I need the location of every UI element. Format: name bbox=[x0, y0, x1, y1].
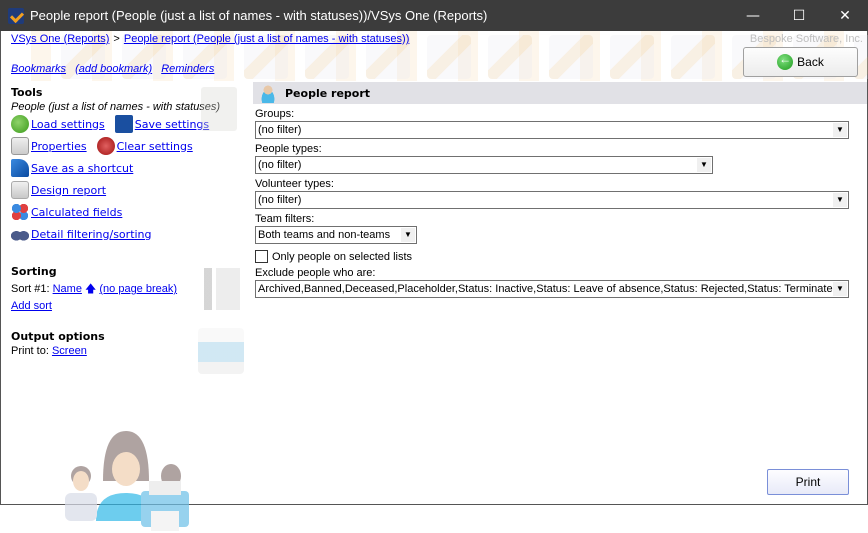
volunteer-types-label: Volunteer types: bbox=[255, 178, 334, 190]
banner-logo-watermark bbox=[488, 35, 532, 79]
back-button-label: Back bbox=[797, 55, 824, 69]
people-report-illustration bbox=[65, 431, 189, 531]
save-settings-link[interactable]: Save settings bbox=[135, 118, 209, 131]
banner: VSys One (Reports) > People report (People… bbox=[1, 31, 868, 81]
calculated-fields-icon bbox=[11, 203, 29, 221]
breadcrumb-current-link[interactable]: People report (People (just a list of na… bbox=[124, 33, 410, 45]
banner-logo-watermark bbox=[427, 35, 471, 79]
banner-logo-watermark bbox=[610, 35, 654, 79]
add-sort-link[interactable]: Add sort bbox=[11, 300, 52, 312]
volunteer-types-value: (no filter) bbox=[258, 194, 302, 206]
app-logo-icon bbox=[8, 7, 24, 24]
chevron-down-icon[interactable]: ▼ bbox=[401, 228, 415, 242]
printer-icon bbox=[198, 328, 244, 374]
chevron-down-icon[interactable]: ▼ bbox=[833, 193, 847, 207]
groups-value: (no filter) bbox=[258, 124, 302, 136]
people-report-icon bbox=[257, 83, 279, 103]
design-report-icon bbox=[11, 181, 29, 199]
print-to-screen-link[interactable]: Screen bbox=[52, 345, 87, 357]
sort1-page-break-link[interactable]: (no page break) bbox=[99, 283, 177, 295]
illus-printer-paper-top bbox=[149, 481, 181, 495]
properties-link[interactable]: Properties bbox=[31, 140, 87, 153]
load-settings-icon bbox=[11, 115, 29, 133]
illus-printer-paper-out bbox=[151, 511, 179, 531]
binoculars-icon bbox=[11, 225, 29, 243]
save-shortcut-link[interactable]: Save as a shortcut bbox=[31, 162, 133, 175]
calculated-fields-link[interactable]: Calculated fields bbox=[31, 206, 122, 219]
design-report-link[interactable]: Design report bbox=[31, 184, 106, 197]
only-selected-lists-checkbox[interactable] bbox=[255, 250, 268, 263]
bookmarks-bar: Bookmarks (add bookmark) Reminders bbox=[11, 63, 220, 75]
illus-man-body bbox=[65, 493, 97, 521]
print-button-label: Print bbox=[795, 475, 821, 489]
minimize-button[interactable]: — bbox=[730, 0, 776, 31]
breadcrumb: VSys One (Reports) > People report (People… bbox=[11, 33, 409, 45]
people-types-select[interactable]: (no filter) ▼ bbox=[255, 156, 713, 174]
detail-filtering-link[interactable]: Detail filtering/sorting bbox=[31, 228, 152, 241]
banner-logo-watermark bbox=[671, 35, 715, 79]
groups-select[interactable]: (no filter) ▼ bbox=[255, 121, 849, 139]
print-to-label: Print to: bbox=[11, 345, 49, 357]
team-filters-value: Both teams and non-teams bbox=[258, 229, 391, 241]
bookmarks-link[interactable]: Bookmarks bbox=[11, 63, 66, 75]
back-button[interactable]: Back bbox=[743, 47, 858, 77]
breadcrumb-home-link[interactable]: VSys One (Reports) bbox=[11, 33, 109, 45]
close-button[interactable]: ✕ bbox=[822, 0, 868, 31]
volunteer-types-select[interactable]: (no filter) ▼ bbox=[255, 191, 849, 209]
report-header: People report bbox=[253, 82, 867, 104]
exclude-select[interactable]: Archived,Banned,Deceased,Placeholder,Sta… bbox=[255, 280, 849, 298]
report-title: People report bbox=[285, 86, 371, 100]
title-bar: People report (People (just a list of na… bbox=[0, 0, 868, 31]
window-title: People report (People (just a list of na… bbox=[30, 8, 488, 23]
groups-label: Groups: bbox=[255, 108, 295, 120]
only-selected-lists-label: Only people on selected lists bbox=[272, 250, 413, 263]
people-types-value: (no filter) bbox=[258, 159, 302, 171]
sort-list-icon bbox=[204, 268, 240, 310]
reminders-link[interactable]: Reminders bbox=[161, 63, 214, 75]
report-panel: People report Groups: (no filter) ▼ Peop… bbox=[253, 82, 867, 298]
company-name: Bespoke Software, Inc. bbox=[749, 33, 863, 45]
sort1-field-link[interactable]: Name bbox=[53, 283, 82, 295]
breadcrumb-separator: > bbox=[113, 33, 120, 45]
properties-icon bbox=[11, 137, 29, 155]
add-bookmark-link[interactable]: (add bookmark) bbox=[75, 63, 152, 75]
exclude-label: Exclude people who are: bbox=[255, 267, 376, 279]
shortcut-arrow-icon bbox=[11, 159, 29, 177]
chevron-down-icon[interactable]: ▼ bbox=[833, 123, 847, 137]
sort-ascending-icon[interactable]: 🡅 bbox=[85, 283, 96, 295]
back-arrow-icon bbox=[777, 52, 794, 70]
sort1-label: Sort #1: bbox=[11, 283, 50, 295]
people-types-label: People types: bbox=[255, 143, 322, 155]
chevron-down-icon[interactable]: ▼ bbox=[833, 282, 847, 296]
banner-logo-watermark bbox=[549, 35, 593, 79]
window-content: VSys One (Reports) > People report (People… bbox=[0, 31, 868, 531]
print-button[interactable]: Print bbox=[767, 469, 849, 495]
illus-woman-face bbox=[112, 452, 140, 486]
exclude-value: Archived,Banned,Deceased,Placeholder,Sta… bbox=[258, 283, 839, 295]
clear-settings-link[interactable]: Clear settings bbox=[117, 140, 193, 153]
team-filters-label: Team filters: bbox=[255, 213, 315, 225]
team-filters-select[interactable]: Both teams and non-teams ▼ bbox=[255, 226, 417, 244]
illus-man-face bbox=[73, 471, 89, 491]
clear-settings-icon bbox=[96, 137, 115, 155]
load-settings-link[interactable]: Load settings bbox=[31, 118, 105, 131]
clipboard-icon bbox=[201, 87, 237, 131]
maximize-button[interactable]: ☐ bbox=[776, 0, 822, 31]
save-settings-icon bbox=[114, 115, 133, 133]
chevron-down-icon[interactable]: ▼ bbox=[697, 158, 711, 172]
